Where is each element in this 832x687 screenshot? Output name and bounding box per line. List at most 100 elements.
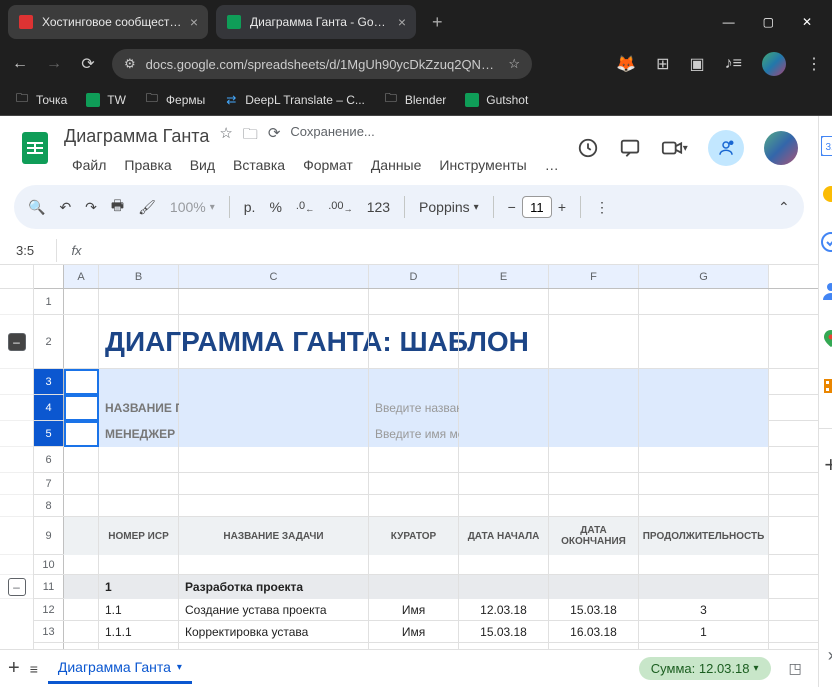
cell[interactable] bbox=[179, 369, 369, 395]
profile-avatar[interactable] bbox=[762, 52, 786, 76]
cell[interactable]: Введите название проекта bbox=[369, 395, 459, 421]
row-header[interactable]: 3 bbox=[34, 369, 64, 394]
cell[interactable] bbox=[99, 447, 179, 473]
name-box[interactable]: 3:5 bbox=[0, 243, 56, 258]
cell[interactable] bbox=[639, 473, 769, 495]
cell[interactable]: 12.03.18 bbox=[459, 599, 549, 621]
menu-edit[interactable]: Правка bbox=[116, 153, 179, 177]
cell[interactable] bbox=[64, 315, 99, 369]
cloud-status-icon[interactable]: ⟳ bbox=[268, 124, 281, 149]
account-avatar[interactable] bbox=[764, 131, 798, 165]
cell[interactable] bbox=[549, 395, 639, 421]
grid[interactable]: ABCDEFG12ДИАГРАММА ГАНТА: ШАБЛОН34НАЗВАН… bbox=[34, 265, 818, 649]
close-icon[interactable]: × bbox=[190, 14, 198, 30]
cell[interactable] bbox=[64, 555, 99, 575]
column-header[interactable]: C bbox=[179, 265, 369, 288]
cell[interactable] bbox=[99, 369, 179, 395]
bookmark-item[interactable]: 🗀Фермы bbox=[144, 92, 205, 108]
cell[interactable] bbox=[369, 447, 459, 473]
row-header[interactable]: 13 bbox=[34, 621, 64, 642]
outline-collapse-button[interactable]: – bbox=[8, 333, 26, 351]
menu-icon[interactable]: ⋮ bbox=[806, 54, 822, 74]
bookmark-item[interactable]: 🗀Точка bbox=[14, 92, 67, 108]
cell[interactable]: Корректировка устава bbox=[179, 621, 369, 643]
bookmark-item[interactable]: 🗀Blender bbox=[383, 92, 446, 108]
maximize-icon[interactable]: ▢ bbox=[763, 15, 774, 29]
cell[interactable] bbox=[369, 369, 459, 395]
sheet-tab-menu-icon[interactable]: ▾ bbox=[177, 662, 182, 673]
sheets-logo-icon[interactable] bbox=[16, 128, 54, 166]
cell[interactable] bbox=[64, 599, 99, 621]
outline-collapse-button[interactable]: – bbox=[8, 578, 26, 596]
cell[interactable] bbox=[459, 447, 549, 473]
cell[interactable] bbox=[179, 555, 369, 575]
cell[interactable] bbox=[64, 369, 99, 395]
cell[interactable]: 16.03.18 bbox=[549, 621, 639, 643]
cell[interactable]: НАЗВАНИЕ ЗАДАЧИ bbox=[179, 517, 369, 555]
minimize-icon[interactable]: — bbox=[723, 15, 735, 29]
cell[interactable] bbox=[459, 495, 549, 517]
row-header[interactable]: 2 bbox=[34, 315, 64, 368]
sheet-tab[interactable]: Диаграмма Ганта▾ bbox=[48, 653, 192, 684]
undo-button[interactable]: ↶ bbox=[59, 199, 71, 216]
cell[interactable] bbox=[64, 643, 99, 649]
row-header[interactable]: 5 bbox=[34, 421, 64, 446]
cell[interactable] bbox=[179, 421, 369, 447]
cell[interactable] bbox=[369, 473, 459, 495]
fox-extension-icon[interactable]: 🦊 bbox=[616, 54, 636, 74]
row-header[interactable]: 8 bbox=[34, 495, 64, 516]
cell[interactable]: 1.1.1 bbox=[99, 621, 179, 643]
cell[interactable]: 1 bbox=[99, 575, 179, 599]
row-header[interactable]: 1 bbox=[34, 289, 64, 314]
address-bar[interactable]: ⚙ docs.google.com/spreadsheets/d/1MgUh90… bbox=[112, 49, 532, 79]
cell[interactable] bbox=[639, 575, 769, 599]
cell[interactable] bbox=[369, 315, 459, 369]
column-header[interactable]: A bbox=[64, 265, 99, 288]
cell[interactable] bbox=[99, 473, 179, 495]
cell[interactable] bbox=[549, 473, 639, 495]
bookmark-item[interactable]: Gutshot bbox=[464, 92, 528, 108]
print-button[interactable]: 🖶 bbox=[111, 195, 124, 219]
calendar-icon[interactable]: 31 bbox=[819, 134, 832, 158]
sidepanel-icon[interactable]: ▣ bbox=[690, 54, 705, 74]
close-window-icon[interactable]: ✕ bbox=[802, 15, 812, 29]
cell[interactable] bbox=[64, 473, 99, 495]
add-sheet-button[interactable]: + bbox=[8, 657, 20, 680]
column-header[interactable]: D bbox=[369, 265, 459, 288]
hide-sidepanel-button[interactable]: › bbox=[819, 643, 832, 667]
currency-button[interactable]: р. bbox=[244, 199, 256, 215]
redo-button[interactable]: ↷ bbox=[85, 199, 97, 216]
share-button[interactable] bbox=[708, 130, 744, 166]
star-icon[interactable]: ☆ bbox=[219, 124, 232, 149]
cell[interactable]: НОМЕР ИСР bbox=[99, 517, 179, 555]
star-icon[interactable]: ☆ bbox=[508, 56, 520, 72]
keep-icon[interactable] bbox=[819, 182, 832, 206]
cell[interactable] bbox=[64, 495, 99, 517]
row-header[interactable]: 14 bbox=[34, 643, 64, 649]
close-icon[interactable]: × bbox=[398, 14, 406, 30]
contacts-icon[interactable] bbox=[819, 278, 832, 302]
cell[interactable]: Имя bbox=[369, 643, 459, 649]
cell[interactable] bbox=[99, 555, 179, 575]
cell[interactable]: Введите имя менеджера проекта bbox=[369, 421, 459, 447]
cell[interactable] bbox=[639, 395, 769, 421]
document-title[interactable]: Диаграмма Ганта bbox=[64, 126, 209, 147]
menu-tools[interactable]: Инструменты bbox=[431, 153, 534, 177]
cell[interactable]: КУРАТОР bbox=[369, 517, 459, 555]
cell[interactable]: ДАТА ОКОНЧАНИЯ bbox=[549, 517, 639, 555]
back-button[interactable]: ← bbox=[10, 55, 30, 73]
comments-icon[interactable] bbox=[619, 137, 641, 159]
search-menus-icon[interactable]: 🔍 bbox=[28, 199, 45, 216]
extensions-icon[interactable]: ⊞ bbox=[656, 54, 669, 74]
cell[interactable] bbox=[369, 555, 459, 575]
cell[interactable]: Имя bbox=[369, 621, 459, 643]
cell[interactable] bbox=[179, 473, 369, 495]
cell[interactable] bbox=[179, 395, 369, 421]
increase-decimal-button[interactable]: .00→ bbox=[328, 200, 352, 214]
cell[interactable] bbox=[549, 421, 639, 447]
increase-font-button[interactable]: + bbox=[558, 199, 566, 215]
cell[interactable] bbox=[459, 473, 549, 495]
font-dropdown[interactable]: Poppins▾ bbox=[419, 199, 479, 215]
paint-format-button[interactable]: 🖌 bbox=[138, 199, 156, 216]
meet-icon[interactable]: ▾ bbox=[661, 137, 688, 159]
